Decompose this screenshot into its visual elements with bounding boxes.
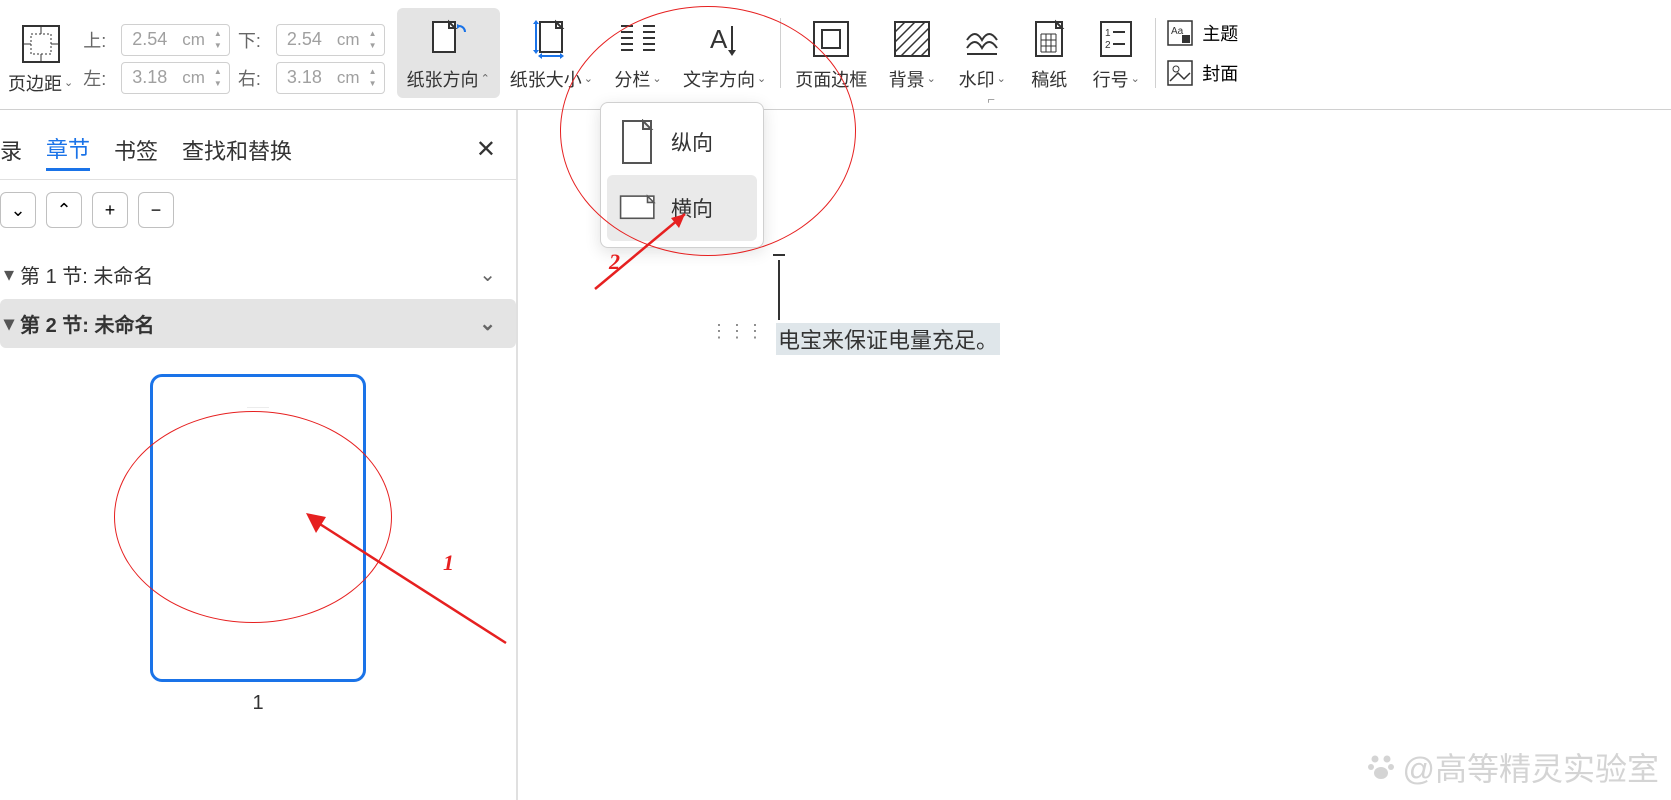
svg-text:Aa: Aa: [1171, 26, 1184, 37]
chevron-down-icon: ⌄: [584, 72, 593, 85]
navigation-panel: 录 章节 书签 查找和替换 ✕ ⌄ ⌃ + − ▾ 第 1 节: 未命名 ⌄ ▾…: [0, 110, 518, 800]
section-list: ▾ 第 1 节: 未命名 ⌄ ▾ 第 2 节: 未命名 ⌄: [0, 240, 516, 348]
watermark-button[interactable]: 水印⌄: [947, 8, 1017, 98]
annotation-number: 2: [609, 249, 620, 275]
text-cursor: [778, 260, 780, 320]
orientation-portrait-item[interactable]: 纵向: [607, 109, 757, 175]
stepper-down[interactable]: ▼: [366, 78, 380, 90]
add-button[interactable]: +: [92, 192, 128, 228]
stepper-down[interactable]: ▼: [211, 78, 225, 90]
stepper-down[interactable]: ▼: [211, 40, 225, 52]
page-size-button[interactable]: 纸张大小⌄: [500, 8, 603, 98]
stepper-down[interactable]: ▼: [366, 40, 380, 52]
drag-handle-icon[interactable]: ⋮⋮⋮: [710, 327, 764, 335]
theme-button[interactable]: Aa 主题: [1166, 19, 1238, 47]
chevron-down-icon: ⌄: [1131, 72, 1140, 85]
thumbnail-area: ··········· 1: [0, 348, 516, 715]
dialog-launcher-icon[interactable]: ⌐: [987, 92, 995, 107]
columns-button[interactable]: 分栏⌄: [603, 8, 673, 98]
margin-right-label: 右:: [238, 65, 268, 91]
orientation-button[interactable]: 纸张方向⌃: [397, 8, 500, 98]
svg-text:A: A: [710, 24, 728, 54]
stepper-up[interactable]: ▲: [366, 66, 380, 78]
chevron-down-icon[interactable]: ⌄: [479, 311, 496, 336]
page-border-button[interactable]: 页面边框: [785, 8, 877, 98]
expand-button[interactable]: ⌃: [46, 192, 82, 228]
caret-icon: ▾: [4, 311, 14, 336]
cover-icon: [1166, 59, 1194, 87]
margin-left-field[interactable]: 3.18 cm ▲▼: [121, 62, 230, 94]
document-text[interactable]: 电宝来保证电量充足。: [776, 323, 1000, 355]
page-size-icon: [530, 18, 572, 60]
chevron-down-icon: ⌄: [757, 72, 766, 85]
collapse-button[interactable]: ⌄: [0, 192, 36, 228]
margins-group: 页边距⌄ 上: 2.54 cm ▲▼ 下: 2.54 cm ▲▼ 左:: [0, 10, 385, 96]
separator: [780, 18, 781, 88]
thumbnail-page-number: 1: [252, 692, 263, 715]
chevron-down-icon: ⌄: [652, 72, 661, 85]
tab-bookmarks[interactable]: 书签: [114, 130, 158, 170]
manuscript-icon: [1028, 18, 1070, 60]
watermark-icon: [961, 18, 1003, 60]
portrait-icon: [619, 119, 657, 165]
margin-bottom-label: 下:: [238, 27, 268, 53]
margin-top-field[interactable]: 2.54 cm ▲▼: [121, 24, 230, 56]
separator: [1155, 18, 1156, 88]
annotation-number: 1: [443, 550, 454, 576]
pawprint-icon: [1365, 751, 1397, 783]
tab-find-replace[interactable]: 查找和替换: [182, 130, 292, 170]
chevron-down-icon[interactable]: ⌄: [479, 262, 496, 287]
image-watermark: @高等精灵实验室: [1365, 744, 1660, 790]
caret-icon: ▾: [4, 262, 14, 287]
text-direction-icon: A: [704, 18, 746, 60]
close-icon[interactable]: ✕: [476, 135, 496, 164]
ribbon-toolbar: 页边距⌄ 上: 2.54 cm ▲▼ 下: 2.54 cm ▲▼ 左:: [0, 0, 1671, 110]
landscape-icon: [619, 185, 657, 231]
margin-bottom-field[interactable]: 2.54 cm ▲▼: [276, 24, 385, 56]
theme-icon: Aa: [1166, 19, 1194, 47]
margin-left-label: 左:: [83, 65, 113, 91]
stepper-up[interactable]: ▲: [211, 28, 225, 40]
background-icon: [891, 18, 933, 60]
line-number-button[interactable]: 12 行号⌄: [1081, 8, 1151, 98]
stepper-up[interactable]: ▲: [366, 28, 380, 40]
remove-button[interactable]: −: [138, 192, 174, 228]
margins-icon: [21, 24, 61, 64]
chevron-down-icon: ⌄: [64, 76, 73, 89]
chevron-down-icon: ⌄: [927, 72, 936, 85]
panel-toolbar: ⌄ ⌃ + −: [0, 180, 516, 240]
chevron-up-icon: ⌃: [481, 72, 490, 85]
svg-text:2: 2: [1105, 40, 1111, 51]
svg-text:1: 1: [1105, 28, 1111, 39]
orientation-icon: [427, 18, 469, 60]
margin-right-field[interactable]: 3.18 cm ▲▼: [276, 62, 385, 94]
orientation-dropdown: 纵向 横向: [600, 102, 764, 248]
stepper-up[interactable]: ▲: [211, 66, 225, 78]
tab-toc[interactable]: 录: [0, 130, 22, 170]
text-direction-button[interactable]: A 文字方向⌄: [673, 8, 776, 98]
line-number-icon: 12: [1095, 18, 1137, 60]
chevron-down-icon: ⌄: [997, 72, 1006, 85]
orientation-landscape-item[interactable]: 横向: [607, 175, 757, 241]
background-button[interactable]: 背景⌄: [877, 8, 947, 98]
manuscript-button[interactable]: 稿纸: [1017, 8, 1081, 98]
section-item[interactable]: ▾ 第 2 节: 未命名 ⌄: [0, 299, 516, 348]
tab-chapters[interactable]: 章节: [46, 128, 90, 171]
panel-tabs: 录 章节 书签 查找和替换 ✕: [0, 110, 516, 180]
margin-top-label: 上:: [83, 27, 113, 53]
columns-icon: [617, 18, 659, 60]
section-item[interactable]: ▾ 第 1 节: 未命名 ⌄: [0, 250, 516, 299]
page-thumbnail[interactable]: ···········: [150, 374, 366, 682]
margins-label[interactable]: 页边距: [8, 70, 62, 96]
page-border-icon: [810, 18, 852, 60]
cover-button[interactable]: 封面: [1166, 59, 1238, 87]
